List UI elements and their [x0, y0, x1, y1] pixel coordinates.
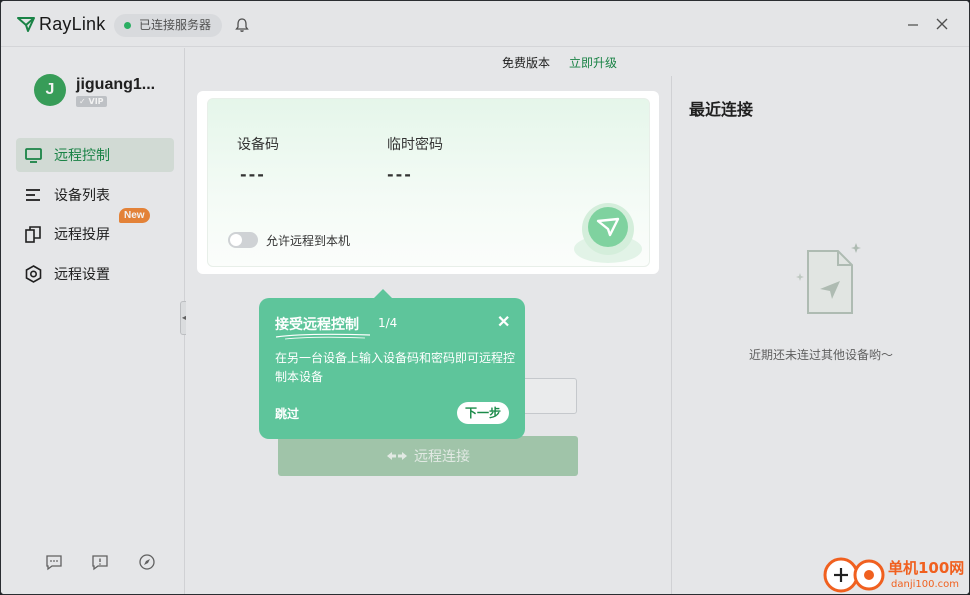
avatar[interactable]: J — [34, 74, 66, 106]
empty-device-illustration — [796, 243, 861, 314]
minimize-button[interactable] — [904, 15, 922, 33]
sidebar-item-remote-control[interactable]: 远程控制 — [16, 138, 174, 172]
sidebar-item-device-list[interactable]: 设备列表 — [16, 178, 174, 212]
sidebar-item-label: 设备列表 — [54, 188, 110, 204]
tooltip-body: 在另一台设备上输入设备码和密码即可远程控制本设备 — [275, 351, 516, 384]
upgrade-link[interactable]: 立即升级 — [569, 54, 617, 71]
tooltip-arrow — [373, 289, 393, 299]
recent-connections-panel: 最近连接 近期还未连过其他设备哟～ — [671, 76, 969, 594]
remote-connect-button[interactable]: 远程连接 — [278, 436, 578, 476]
server-status-text: 已连接服务器 — [139, 18, 212, 32]
recent-title: 最近连接 — [689, 100, 754, 119]
toggle-knob — [230, 234, 242, 246]
tooltip-step-counter: 1/4 — [378, 316, 398, 330]
empty-state-text: 近期还未连过其他设备哟～ — [748, 348, 893, 362]
sidebar: J jiguang1... ✓ VIP 远程控制 设备列表 New 远程投屏 远… — [1, 48, 185, 594]
temp-password-value: --- — [387, 165, 413, 184]
watermark-subtext: danji100.com — [891, 579, 959, 590]
remote-connect-label: 远程连接 — [414, 449, 470, 465]
allow-remote-label: 允许远程到本机 — [266, 234, 351, 248]
tour-highlight-card: 设备码 --- 临时密码 --- 允许远程到本机 — [197, 91, 659, 274]
monitor-icon — [24, 146, 42, 164]
tooltip-next-button[interactable]: 下一步 — [457, 402, 509, 424]
raylink-logo-icon — [17, 17, 35, 32]
settings-hex-icon — [24, 265, 42, 283]
server-status-badge: 已连接服务器 — [114, 14, 223, 37]
title-bar: RayLink 已连接服务器 — [1, 1, 969, 47]
vip-badge: ✓ VIP — [76, 96, 107, 107]
device-code-value: --- — [240, 165, 266, 184]
app-name: RayLink — [39, 13, 106, 34]
close-button[interactable] — [933, 15, 951, 33]
sidebar-item-label: 远程设置 — [54, 267, 110, 283]
chat-icon[interactable] — [45, 553, 63, 571]
tooltip-title: 接受远程控制 — [275, 317, 359, 333]
sidebar-item-label: 远程控制 — [54, 148, 110, 164]
onboarding-tooltip: 接受远程控制 1/4 ✕ 在另一台设备上输入设备码和密码即可远程控制本设备 跳过… — [259, 289, 525, 439]
sidebar-item-remote-settings[interactable]: 远程设置 — [16, 257, 174, 291]
compass-icon[interactable] — [138, 553, 156, 571]
tooltip-close-icon[interactable]: ✕ — [497, 312, 510, 332]
status-dot-icon — [124, 22, 131, 29]
raylink-emblem-icon — [574, 203, 642, 263]
app-logo: RayLink — [17, 14, 105, 34]
version-label: 免费版本 — [502, 56, 551, 70]
screen-cast-icon — [24, 225, 42, 243]
watermark-text: 单机100网 — [888, 559, 965, 577]
temp-password-label: 临时密码 — [387, 137, 443, 153]
close-icon — [936, 18, 948, 30]
feedback-icon[interactable] — [91, 553, 109, 571]
tooltip-skip-button[interactable]: 跳过 — [275, 405, 299, 422]
connect-arrows-icon — [387, 452, 407, 460]
minimize-icon — [908, 24, 918, 26]
list-icon — [24, 186, 42, 204]
device-code-label: 设备码 — [237, 137, 279, 153]
allow-remote-toggle[interactable] — [228, 232, 258, 248]
title-underline-decoration — [275, 333, 371, 340]
device-info-card: 设备码 --- 临时密码 --- 允许远程到本机 — [207, 98, 650, 267]
sidebar-item-label: 远程投屏 — [54, 227, 110, 243]
username: jiguang1... — [76, 76, 156, 93]
upgrade-bar: 免费版本 立即升级 — [186, 48, 969, 76]
app-window: RayLink 已连接服务器 J jiguang1... ✓ VIP 远程控制 — [0, 0, 970, 595]
sidebar-item-screen-cast[interactable]: 远程投屏 — [16, 217, 174, 251]
bell-icon[interactable] — [234, 17, 250, 33]
